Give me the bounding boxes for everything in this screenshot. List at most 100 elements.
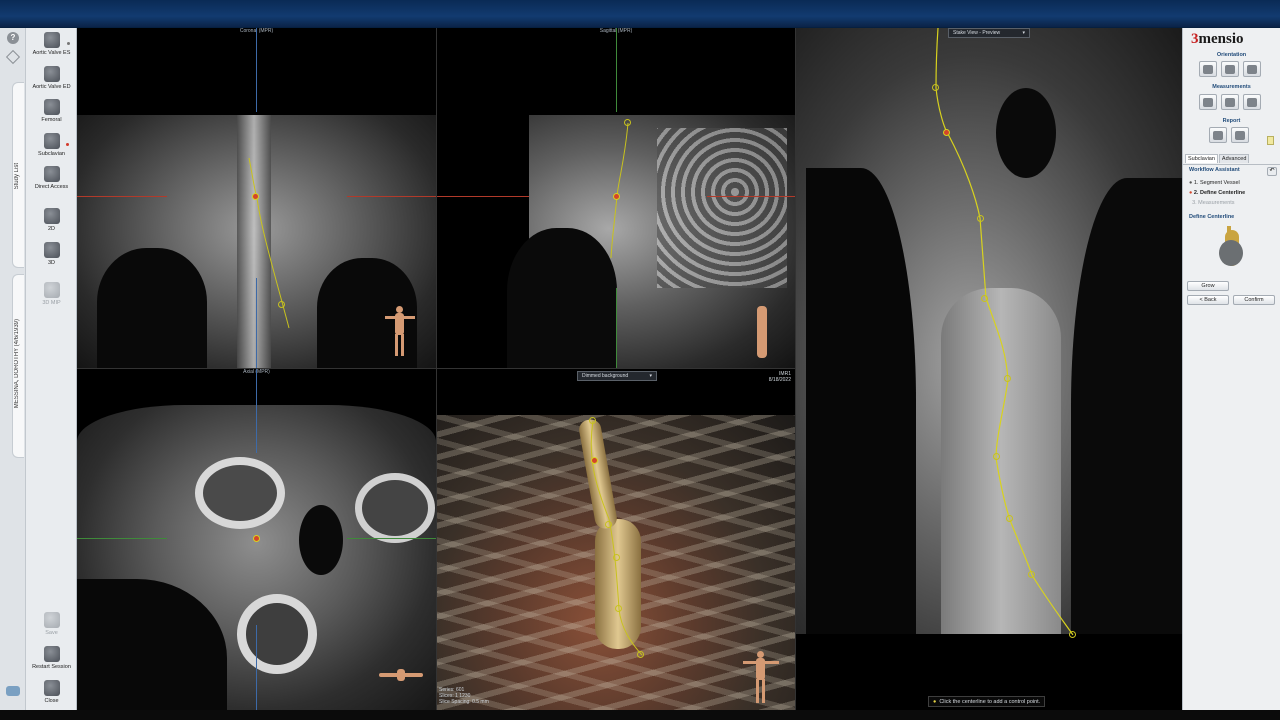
tool-label: 3D MIP [42, 300, 61, 306]
grow-label: Grow [1201, 283, 1215, 289]
head-side-icon [1225, 65, 1235, 74]
control-point[interactable] [943, 129, 950, 136]
workflow-step-2[interactable]: ● 2. Define Centerline [1189, 190, 1245, 196]
tab-patient[interactable]: MESSINA, DOROTHY (4/6/1939) [12, 274, 24, 458]
bone-ring [195, 457, 285, 529]
measure-button-3[interactable] [1243, 94, 1261, 110]
control-point[interactable] [252, 193, 259, 200]
control-point[interactable] [615, 605, 622, 612]
restart-label: Restart Session [32, 664, 71, 670]
viewport-3d[interactable]: Dimmed background ▾ IMR1 8/18/2022 Serie… [436, 368, 795, 710]
back-button[interactable]: < Back [1187, 295, 1229, 305]
tool-femoral[interactable]: Femoral [26, 99, 77, 124]
crosshair-horizontal [347, 538, 436, 539]
confirm-button[interactable]: Confirm [1233, 295, 1275, 305]
control-point[interactable] [613, 193, 620, 200]
control-point[interactable] [1004, 375, 1011, 382]
wrench-icon[interactable] [5, 49, 21, 65]
control-point[interactable] [637, 651, 644, 658]
tool-label: 3D [47, 260, 56, 266]
control-point[interactable] [624, 119, 631, 126]
save-button[interactable]: Save [26, 612, 77, 637]
orientation-button-1[interactable] [1199, 61, 1217, 77]
measure-button-2[interactable] [1221, 94, 1239, 110]
crosshair-vertical [256, 625, 257, 710]
direct-access-icon [43, 166, 60, 182]
back-arrow-icon[interactable]: ↶ [1267, 167, 1277, 176]
tool-label: Aortic Valve ES [32, 50, 71, 56]
status-hint: ● Click the centerline to add a control p… [928, 696, 1046, 707]
viewport-sagittal[interactable]: Sagittal (MPR) [436, 28, 795, 368]
tool-3d[interactable]: 3D [26, 242, 77, 267]
measurements-title: Measurements [1212, 84, 1251, 90]
restart-icon [43, 646, 60, 662]
report-button-1[interactable] [1209, 127, 1227, 143]
control-point[interactable] [591, 457, 598, 464]
tool-2d[interactable]: 2D [26, 208, 77, 233]
tab-advanced[interactable]: Advanced [1218, 154, 1250, 163]
body-figure-icon [43, 99, 60, 115]
tab-study-list[interactable]: Study List [12, 82, 24, 268]
left-tab-strip: ? Study List MESSINA, DOROTHY (4/6/1939) [0, 28, 26, 710]
crosshair-horizontal [77, 538, 167, 539]
save-label: Save [45, 630, 58, 636]
logo-prefix: 3 [1191, 31, 1199, 47]
tab-divider [1183, 164, 1280, 165]
viewport-coronal[interactable]: Coronal (MPR) [77, 28, 436, 368]
tab-study-list-label: Study List [14, 163, 20, 190]
control-point[interactable] [613, 554, 620, 561]
3d-mip-icon [43, 282, 60, 298]
tool-3d-mip[interactable]: 3D MIP [26, 282, 77, 307]
help-icon[interactable]: ? [7, 32, 19, 44]
tool-direct-access[interactable]: Direct Access [26, 166, 77, 191]
viewport-axial[interactable]: Axial (MPR) [77, 368, 436, 710]
control-point[interactable] [993, 453, 1000, 460]
aortic-valve-icon [43, 32, 60, 48]
orientation-title: Orientation [1216, 52, 1247, 58]
close-button[interactable]: Close [26, 680, 77, 705]
head-front-icon [1203, 65, 1213, 74]
centerline-overlay [935, 28, 1074, 636]
control-point[interactable] [278, 301, 285, 308]
measure-button-1[interactable] [1199, 94, 1217, 110]
control-point[interactable] [977, 215, 984, 222]
orientation-button-2[interactable] [1221, 61, 1239, 77]
active-dot-icon [66, 143, 69, 146]
tool-aortic-valve-ed[interactable]: Aortic Valve ED [26, 66, 77, 91]
report-button-2[interactable] [1231, 127, 1249, 143]
workflow-step-1[interactable]: ● 1. Segment Vessel [1189, 180, 1240, 186]
control-point[interactable] [253, 535, 260, 542]
orientation-button-3[interactable] [1243, 61, 1261, 77]
control-point[interactable] [589, 417, 596, 424]
aortic-valve-icon [43, 66, 60, 82]
control-point[interactable] [1028, 571, 1035, 578]
crosshair-vertical [256, 369, 257, 453]
define-centerline-title: Define Centerline [1189, 214, 1235, 220]
note-icon[interactable] [1267, 136, 1274, 145]
tab-patient-label: MESSINA, DOROTHY (4/6/1939) [14, 319, 20, 409]
workflow-step-3: 3. Measurements [1189, 200, 1235, 206]
bone-ring [355, 473, 435, 543]
restart-session-button[interactable]: Restart Session [26, 646, 77, 671]
tool-subclavian[interactable]: Subclavian [26, 133, 77, 158]
control-point[interactable] [605, 521, 612, 528]
app-logo: 3mensio [1191, 31, 1244, 48]
orientation-figure-icon [757, 306, 767, 358]
control-point[interactable] [981, 295, 988, 302]
close-label: Close [44, 698, 59, 704]
step-label: 3. Measurements [1192, 200, 1235, 206]
control-point[interactable] [1069, 631, 1076, 638]
right-panel: 3mensio Orientation Measurements Report … [1182, 28, 1280, 710]
step-label: 1. Segment Vessel [1193, 180, 1240, 186]
tab-subclavian[interactable]: Subclavian [1185, 154, 1218, 163]
tool-label: Subclavian [38, 151, 65, 157]
footer-logo-icon [6, 686, 20, 696]
head-top-icon [1247, 65, 1257, 74]
report-title: Report [1222, 118, 1241, 124]
hint-text: Click the centerline to add a control po… [939, 699, 1041, 705]
grow-button[interactable]: Grow [1187, 281, 1229, 291]
workflow-title: Workflow Assistant [1189, 167, 1240, 173]
control-point[interactable] [1006, 515, 1013, 522]
viewport-stake[interactable]: Stake View - Preview ▾ [795, 28, 1182, 710]
control-point[interactable] [932, 84, 939, 91]
